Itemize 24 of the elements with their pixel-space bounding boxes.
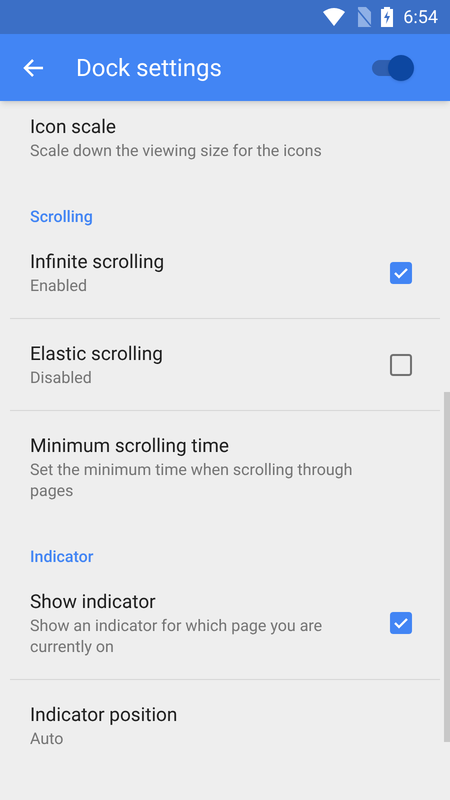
no-sim-icon xyxy=(355,7,372,27)
screen-title: Dock settings xyxy=(76,52,223,84)
setting-summary: Show an indicator for which page you are currently on xyxy=(30,615,324,657)
section-header: Indicator xyxy=(30,547,94,566)
setting-title[interactable]: Icon scale xyxy=(30,114,412,140)
setting-summary: Set the minimum time when scrolling through pages xyxy=(30,459,354,501)
setting-summary: Enabled xyxy=(30,275,88,296)
section-header: Scrolling xyxy=(30,207,93,226)
setting-summary: Scale down the viewing size for the icons xyxy=(30,140,323,161)
check-icon xyxy=(393,615,409,631)
checkbox[interactable] xyxy=(390,354,412,376)
setting-summary: Auto xyxy=(30,728,64,749)
status-time: 6:54 xyxy=(403,6,438,30)
checkbox[interactable] xyxy=(390,612,412,634)
battery-charging-icon xyxy=(381,7,394,27)
setting-title[interactable]: Elastic scrolling xyxy=(30,341,390,367)
wifi-icon xyxy=(323,8,346,26)
setting-title[interactable]: Show indicator xyxy=(30,589,390,615)
checkbox[interactable] xyxy=(390,262,412,284)
setting-title[interactable]: Indicator position xyxy=(30,702,412,728)
setting-title[interactable]: Infinite scrolling xyxy=(30,249,390,275)
setting-summary: Disabled xyxy=(30,367,93,388)
setting-title[interactable]: Minimum scrolling time xyxy=(30,433,412,459)
master-switch[interactable] xyxy=(372,54,414,80)
